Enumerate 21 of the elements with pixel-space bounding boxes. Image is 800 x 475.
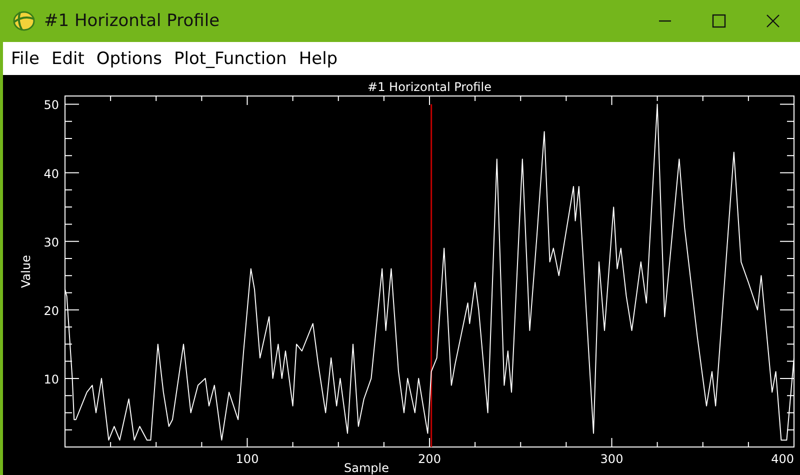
y-tick-label: 10 bbox=[44, 372, 59, 386]
x-tick-label: 100 bbox=[236, 452, 259, 466]
y-tick-label: 50 bbox=[44, 98, 59, 112]
menu-item[interactable]: Options bbox=[96, 48, 162, 68]
x-tick-label: 300 bbox=[600, 452, 624, 466]
menu-item[interactable]: Edit bbox=[51, 48, 84, 68]
y-axis-label: Value bbox=[19, 255, 33, 288]
maximize-icon bbox=[712, 14, 726, 28]
menu-item[interactable]: File bbox=[11, 48, 40, 68]
window-title: #1 Horizontal Profile bbox=[44, 11, 220, 31]
y-tick-label: 20 bbox=[44, 304, 59, 318]
x-axis-label: Sample bbox=[344, 461, 389, 475]
chart-title: #1 Horizontal Profile bbox=[368, 80, 492, 94]
menu-item[interactable]: Help bbox=[298, 48, 338, 68]
menu-item[interactable]: Plot_Function bbox=[174, 48, 287, 68]
globe-icon bbox=[12, 9, 36, 33]
y-tick-label: 30 bbox=[44, 235, 59, 250]
y-tick-label: 40 bbox=[44, 166, 59, 181]
x-tick-label: 200 bbox=[418, 452, 441, 466]
close-icon bbox=[766, 14, 780, 28]
x-tick-label: 400 bbox=[771, 452, 794, 466]
